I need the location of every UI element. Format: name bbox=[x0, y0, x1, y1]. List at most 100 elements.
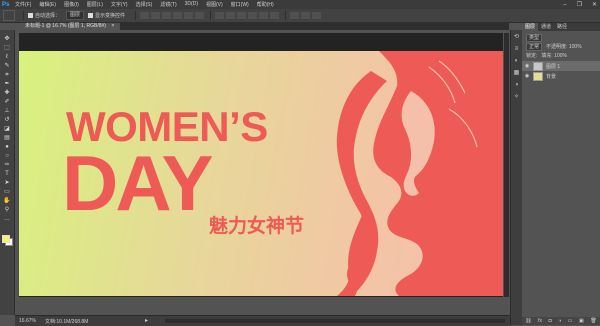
horizontal-scrollbar[interactable] bbox=[165, 319, 505, 323]
3d-pan-button[interactable] bbox=[312, 12, 322, 19]
move-icon[interactable]: ✥ bbox=[3, 36, 11, 42]
tab-channels[interactable]: 通道 bbox=[538, 23, 554, 31]
auto-select-checkbox[interactable] bbox=[28, 13, 33, 18]
visibility-eye-icon[interactable]: ◉ bbox=[524, 63, 530, 69]
artwork-canvas[interactable]: WOMEN’S DAY 魅力女神节 bbox=[19, 51, 503, 296]
history-brush-icon[interactable]: ↺ bbox=[3, 117, 11, 123]
distribute-middle-button[interactable] bbox=[226, 12, 236, 19]
auto-select-label: 自动选择： bbox=[35, 13, 61, 19]
status-menu-arrow-icon[interactable]: ▸ bbox=[145, 317, 148, 324]
menu-item[interactable]: 文字(Y) bbox=[111, 1, 128, 8]
fx-icon[interactable]: fx bbox=[538, 318, 542, 324]
show-transform-label: 显示变换控件 bbox=[95, 13, 126, 19]
new-layer-icon[interactable]: ▣ bbox=[579, 318, 584, 324]
menu-item[interactable]: 选择(S) bbox=[136, 1, 153, 8]
vertical-scrollbar[interactable] bbox=[504, 33, 509, 297]
adjust-icon[interactable]: ◑ bbox=[558, 318, 561, 324]
menu-item[interactable]: 图像(I) bbox=[64, 1, 79, 8]
panel-tabs: 图层 通道 路径 bbox=[522, 23, 600, 31]
menu-item[interactable]: 3D(D) bbox=[185, 1, 198, 8]
blend-mode-dropdown[interactable]: 正常 bbox=[526, 42, 543, 51]
menu-item[interactable]: 编辑(E) bbox=[39, 1, 56, 8]
document-tab-bar: 未标题-1 @ 16.7% (图层 1, RGB/8#) × bbox=[19, 23, 509, 30]
menu-item[interactable]: 滤镜(T) bbox=[160, 1, 176, 8]
restore-icon[interactable]: ❐ bbox=[577, 1, 582, 8]
more-icon[interactable]: … bbox=[3, 216, 11, 222]
tab-paths[interactable]: 路径 bbox=[554, 23, 570, 31]
fill-control[interactable]: 填充: 100% bbox=[541, 52, 567, 59]
hand-icon[interactable]: ✋ bbox=[3, 198, 11, 204]
layers-panel: 图层 通道 路径 类型 正常 不透明度: 100% 锁定: 填充: 100% ◉… bbox=[522, 23, 600, 325]
lock-row: 锁定: 填充: 100% bbox=[522, 51, 600, 60]
distribute-right-button[interactable] bbox=[270, 12, 280, 19]
eyedropper-icon[interactable]: ✒ bbox=[3, 81, 11, 87]
minimize-icon[interactable]: – bbox=[563, 2, 566, 8]
quick-select-icon[interactable]: ✎ bbox=[3, 63, 11, 69]
healing-icon[interactable]: ✚ bbox=[3, 90, 11, 96]
close-icon[interactable]: ✕ bbox=[592, 1, 597, 8]
menu-item[interactable]: 窗口(W) bbox=[231, 1, 249, 8]
color-icon[interactable]: ◐ bbox=[513, 58, 520, 65]
show-transform-checkbox[interactable] bbox=[88, 13, 94, 18]
styles-icon[interactable]: ✧ bbox=[513, 94, 520, 101]
adjustments-icon[interactable]: ◑ bbox=[513, 82, 520, 89]
layer-thumbnail bbox=[533, 61, 543, 71]
layer-row-layer1[interactable]: ◉ 图层 1 bbox=[522, 61, 600, 71]
type-icon[interactable]: T bbox=[3, 171, 11, 177]
path-select-icon[interactable]: ➤ bbox=[3, 180, 11, 186]
align-center-button[interactable] bbox=[184, 12, 194, 19]
layer-filter-dropdown[interactable]: 类型 bbox=[526, 33, 543, 42]
zoom-icon[interactable]: ⚲ bbox=[3, 207, 11, 213]
properties-icon[interactable]: ≡ bbox=[513, 46, 520, 53]
shape-icon[interactable]: ▭ bbox=[3, 189, 11, 195]
history-icon[interactable]: ⟲ bbox=[513, 34, 520, 41]
dodge-icon[interactable]: ○ bbox=[3, 153, 11, 159]
menu-item[interactable]: 帮助(H) bbox=[257, 1, 274, 8]
folder-icon[interactable]: ▭ bbox=[568, 318, 573, 324]
align-left-button[interactable] bbox=[173, 12, 183, 19]
link-icon[interactable]: ⛓ bbox=[525, 318, 531, 324]
document-size: 文档:10.1M/268.8M bbox=[45, 319, 89, 325]
visibility-eye-icon[interactable]: ◉ bbox=[524, 73, 530, 79]
document-tab[interactable]: 未标题-1 @ 16.7% (图层 1, RGB/8#) × bbox=[19, 23, 121, 30]
status-bar: 16.67% 文档:10.1M/268.8M ▸ bbox=[15, 315, 510, 326]
3d-rotate-button[interactable] bbox=[301, 12, 311, 19]
eraser-icon[interactable]: ◪ bbox=[3, 126, 11, 132]
align-middle-button[interactable] bbox=[151, 12, 161, 19]
woman-silhouette-illustration bbox=[336, 51, 503, 296]
align-top-button[interactable] bbox=[140, 12, 150, 19]
layer-row-background[interactable]: ◉ 背景 bbox=[522, 71, 600, 81]
layer-thumbnail bbox=[533, 71, 543, 81]
trash-icon[interactable]: 🗑 bbox=[590, 318, 596, 324]
tab-close-icon[interactable]: × bbox=[111, 23, 114, 29]
opacity-control[interactable]: 不透明度: 100% bbox=[546, 43, 582, 50]
distribute-left-button[interactable] bbox=[248, 12, 258, 19]
gradient-icon[interactable]: ▤ bbox=[3, 135, 11, 141]
auto-select-dropdown[interactable]: 图层 bbox=[66, 11, 85, 20]
3d-mode-button[interactable] bbox=[290, 12, 300, 19]
blur-icon[interactable]: ● bbox=[3, 144, 11, 150]
menu-item[interactable]: 视图(V) bbox=[206, 1, 223, 8]
align-right-button[interactable] bbox=[195, 12, 205, 19]
pen-icon[interactable]: ✑ bbox=[3, 162, 11, 168]
marquee-icon[interactable]: ⬚ bbox=[3, 45, 11, 51]
lasso-icon[interactable]: ℓ bbox=[3, 54, 11, 60]
align-bottom-button[interactable] bbox=[162, 12, 172, 19]
layer-name: 背景 bbox=[546, 73, 557, 80]
distribute-center-button[interactable] bbox=[259, 12, 269, 19]
window-controls: – ❐ ✕ bbox=[563, 0, 597, 9]
menu-item[interactable]: 文件(F) bbox=[15, 1, 31, 8]
menu-item[interactable]: 图层(L) bbox=[87, 1, 103, 8]
photoshop-logo-icon: Ps bbox=[2, 1, 10, 8]
swatches-icon[interactable]: ▦ bbox=[513, 70, 520, 77]
tool-preset-picker[interactable] bbox=[3, 10, 15, 21]
zoom-level[interactable]: 16.67% bbox=[19, 318, 36, 324]
crop-icon[interactable]: ⌗ bbox=[3, 72, 11, 78]
mask-icon[interactable]: ◘ bbox=[549, 318, 552, 324]
clone-stamp-icon[interactable]: ⊥ bbox=[3, 108, 11, 114]
distribute-top-button[interactable] bbox=[215, 12, 225, 19]
foreground-color-swatch[interactable] bbox=[2, 235, 10, 243]
tab-layers[interactable]: 图层 bbox=[522, 23, 539, 31]
distribute-bottom-button[interactable] bbox=[237, 12, 247, 19]
brush-icon[interactable]: ✐ bbox=[3, 99, 11, 105]
